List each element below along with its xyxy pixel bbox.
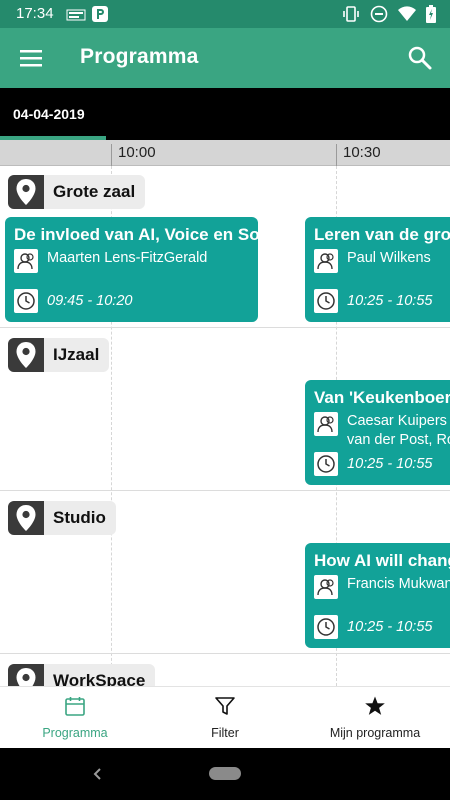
- energy-app-icon: [66, 8, 86, 26]
- room-row-grote-zaal: Grote zaal De invloed van AI, Voice en S…: [0, 166, 450, 328]
- speaker-row: Francis Mukwan: [314, 575, 450, 599]
- room-row-workspace: WorkSpace: [0, 655, 450, 686]
- nav-item-filter[interactable]: Filter: [150, 687, 300, 749]
- speaker-icon: [314, 249, 338, 273]
- speaker-row: Paul Wilkens: [314, 249, 431, 273]
- speaker-name: Caesar Kuipers: [347, 413, 447, 429]
- room-name: IJzaal: [53, 345, 100, 364]
- session-title: Leren van de grote: [314, 225, 450, 244]
- session-card[interactable]: Van 'Keukenboer' na Caesar Kuipers van d…: [305, 380, 450, 485]
- battery-icon: [426, 5, 436, 28]
- status-right-icons: [342, 5, 436, 28]
- filter-funnel-icon: [214, 695, 236, 717]
- room-label: WorkSpace: [8, 664, 156, 686]
- nav-item-programma[interactable]: Programma: [0, 687, 150, 749]
- home-pill-button[interactable]: [209, 767, 241, 780]
- clock-icon: [314, 615, 338, 639]
- location-pin-icon: [8, 664, 44, 686]
- wifi-icon: [398, 6, 416, 27]
- nav-label: Programma: [42, 726, 108, 740]
- speaker-name: van der Post, Ro: [347, 432, 450, 448]
- star-icon: [364, 695, 386, 717]
- room-label: Grote zaal: [8, 175, 146, 209]
- session-time-row: 10:25 - 10:55: [314, 615, 432, 639]
- session-card[interactable]: Leren van de grote Paul Wilkens 10:25 - …: [305, 217, 450, 322]
- tab-date-04-04-2019[interactable]: 04-04-2019: [0, 88, 106, 140]
- status-bar: 17:34: [0, 0, 450, 28]
- session-time: 10:25 - 10:55: [347, 619, 433, 635]
- session-time-row: 09:45 - 10:20: [14, 289, 132, 313]
- schedule-grid[interactable]: Grote zaal De invloed van AI, Voice en S…: [0, 166, 450, 686]
- session-card[interactable]: De invloed van AI, Voice en So Maarten L…: [5, 217, 258, 322]
- bottom-navigation: Programma Filter Mijn programma: [0, 686, 450, 748]
- session-title: De invloed van AI, Voice en So: [14, 225, 258, 244]
- search-icon[interactable]: [406, 44, 434, 72]
- hamburger-menu-icon[interactable]: [18, 46, 44, 70]
- timeline-header: 10:00 10:30: [0, 140, 450, 166]
- status-time: 17:34: [16, 5, 54, 22]
- room-name: Studio: [53, 508, 106, 527]
- speaker-icon: [14, 249, 38, 273]
- room-name: WorkSpace: [53, 671, 146, 686]
- session-title: Van 'Keukenboer' na: [314, 388, 450, 407]
- speaker-name: Francis Mukwan: [347, 576, 450, 592]
- time-label-1030: 10:30: [336, 144, 381, 166]
- speaker-icon: [314, 412, 338, 436]
- date-tab-label: 04-04-2019: [13, 106, 85, 122]
- speaker-row: Caesar Kuipers van der Post, Ro: [314, 412, 450, 450]
- system-navigation-bar: [0, 748, 450, 800]
- speaker-icon: [314, 575, 338, 599]
- date-tab-bar: 04-04-2019: [0, 88, 450, 140]
- app-bar: Programma: [0, 28, 450, 88]
- room-label: Studio: [8, 501, 116, 535]
- speaker-names: Caesar Kuipers van der Post, Ro: [347, 412, 450, 450]
- back-chevron-icon[interactable]: [88, 764, 108, 784]
- location-pin-icon: [8, 501, 44, 535]
- status-left-icons: [66, 6, 108, 27]
- session-time-row: 10:25 - 10:55: [314, 452, 432, 476]
- time-label-1000: 10:00: [111, 144, 156, 166]
- page-title: Programma: [80, 45, 199, 68]
- speaker-name: Maarten Lens-FitzGerald: [47, 250, 208, 266]
- location-pin-icon: [8, 175, 44, 209]
- dnd-icon: [370, 5, 388, 28]
- nav-item-mijn-programma[interactable]: Mijn programma: [300, 687, 450, 749]
- clock-icon: [314, 289, 338, 313]
- parking-p-icon: [92, 6, 108, 27]
- nav-label: Filter: [211, 726, 239, 740]
- speaker-row: Maarten Lens-FitzGerald: [14, 249, 207, 273]
- session-card[interactable]: How AI will change Francis Mukwan 10:25 …: [305, 543, 450, 648]
- nav-label: Mijn programma: [329, 726, 421, 740]
- session-time-row: 10:25 - 10:55: [314, 289, 432, 313]
- room-label: IJzaal: [8, 338, 110, 372]
- session-time: 09:45 - 10:20: [47, 293, 133, 309]
- speaker-name: Paul Wilkens: [347, 250, 431, 266]
- room-name: Grote zaal: [53, 182, 136, 201]
- room-row-ijzaal: IJzaal Van 'Keukenboer' na Caesar Kuiper…: [0, 329, 450, 491]
- session-time: 10:25 - 10:55: [347, 456, 433, 472]
- clock-icon: [314, 452, 338, 476]
- location-pin-icon: [8, 338, 44, 372]
- session-title: How AI will change: [314, 551, 450, 570]
- room-row-studio: Studio How AI will change Francis Mukwan…: [0, 492, 450, 654]
- session-time: 10:25 - 10:55: [347, 293, 433, 309]
- calendar-icon: [64, 695, 86, 717]
- vibrate-icon: [342, 5, 360, 28]
- clock-icon: [14, 289, 38, 313]
